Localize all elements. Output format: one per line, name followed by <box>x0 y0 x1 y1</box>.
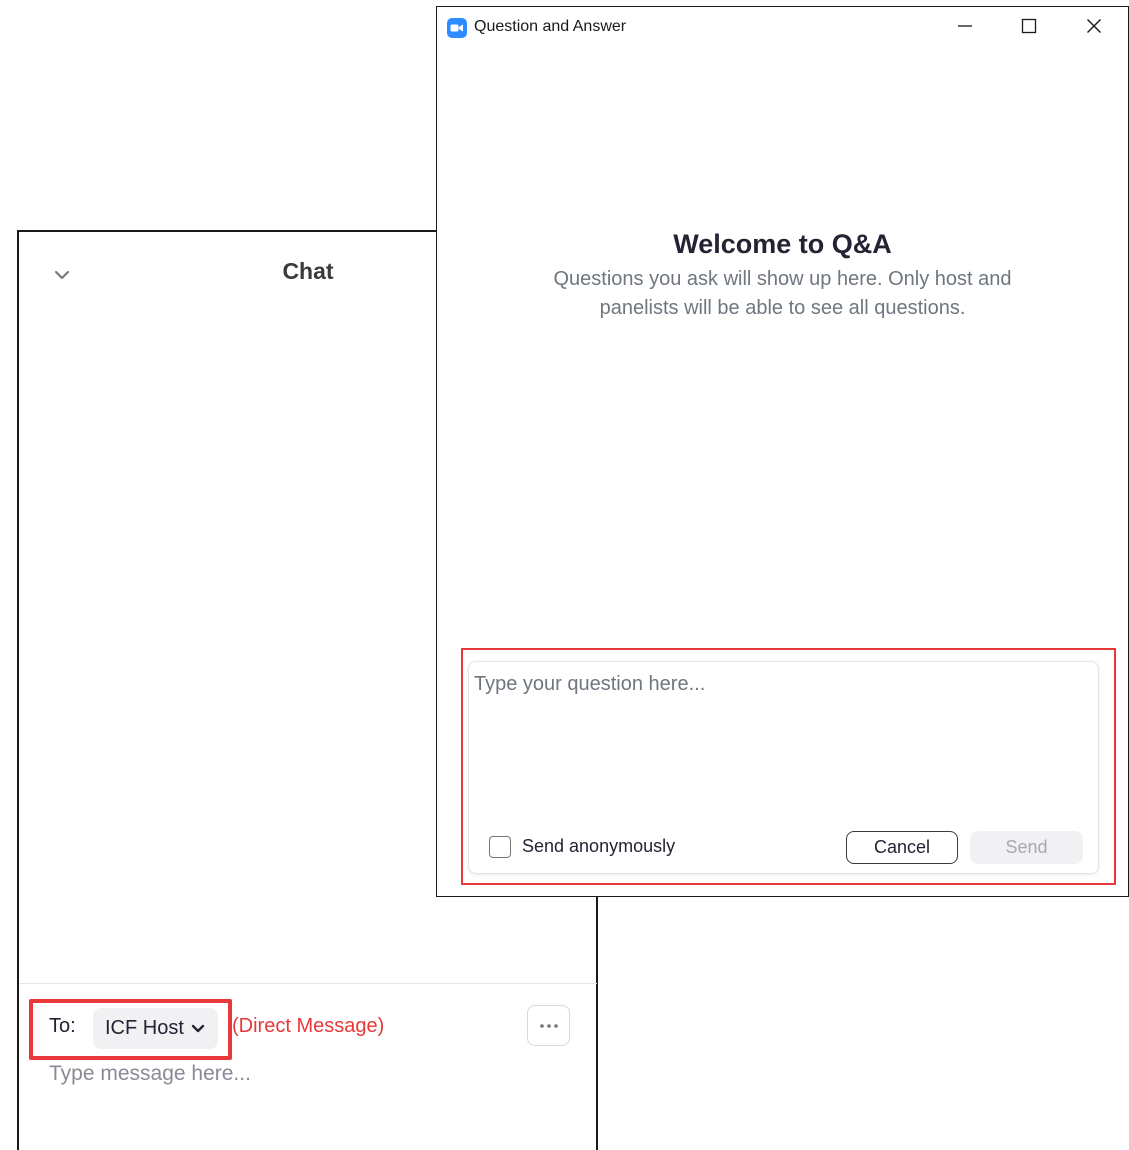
zoom-camera-icon <box>447 18 467 38</box>
minimize-icon <box>958 25 972 27</box>
send-anonymously-checkbox[interactable] <box>489 836 511 858</box>
recipient-dropdown[interactable]: ICF Host <box>93 1008 218 1049</box>
more-options-icon <box>539 1023 558 1028</box>
welcome-subtitle: Questions you ask will show up here. Onl… <box>517 265 1048 323</box>
question-input[interactable]: Type your question here... <box>474 673 1074 696</box>
window-title: Question and Answer <box>474 18 627 35</box>
more-options-button[interactable] <box>527 1005 570 1046</box>
qa-window: Question and Answer Welcome to Q&A Quest… <box>436 6 1129 897</box>
direct-message-label: (Direct Message) <box>232 1015 385 1037</box>
send-button[interactable]: Send <box>970 831 1083 864</box>
maximize-icon <box>1021 18 1037 34</box>
maximize-button[interactable] <box>999 7 1059 45</box>
welcome-subtitle-line: panelists will be able to see all questi… <box>599 297 966 319</box>
to-label: To: <box>49 1015 76 1037</box>
send-anonymously-label[interactable]: Send anonymously <box>522 836 675 857</box>
chat-message-input[interactable]: Type message here... <box>49 1062 569 1094</box>
cancel-button[interactable]: Cancel <box>846 831 958 864</box>
close-icon <box>1087 19 1101 33</box>
minimize-button[interactable] <box>935 7 995 45</box>
chevron-down-icon <box>191 1024 205 1032</box>
welcome-subtitle-line: Questions you ask will show up here. Onl… <box>553 268 1012 290</box>
close-button[interactable] <box>1064 7 1124 45</box>
divider <box>19 983 597 984</box>
title-bar: Question and Answer <box>437 7 1128 45</box>
recipient-name: ICF Host <box>105 1017 184 1039</box>
welcome-title: Welcome to Q&A <box>673 229 892 259</box>
